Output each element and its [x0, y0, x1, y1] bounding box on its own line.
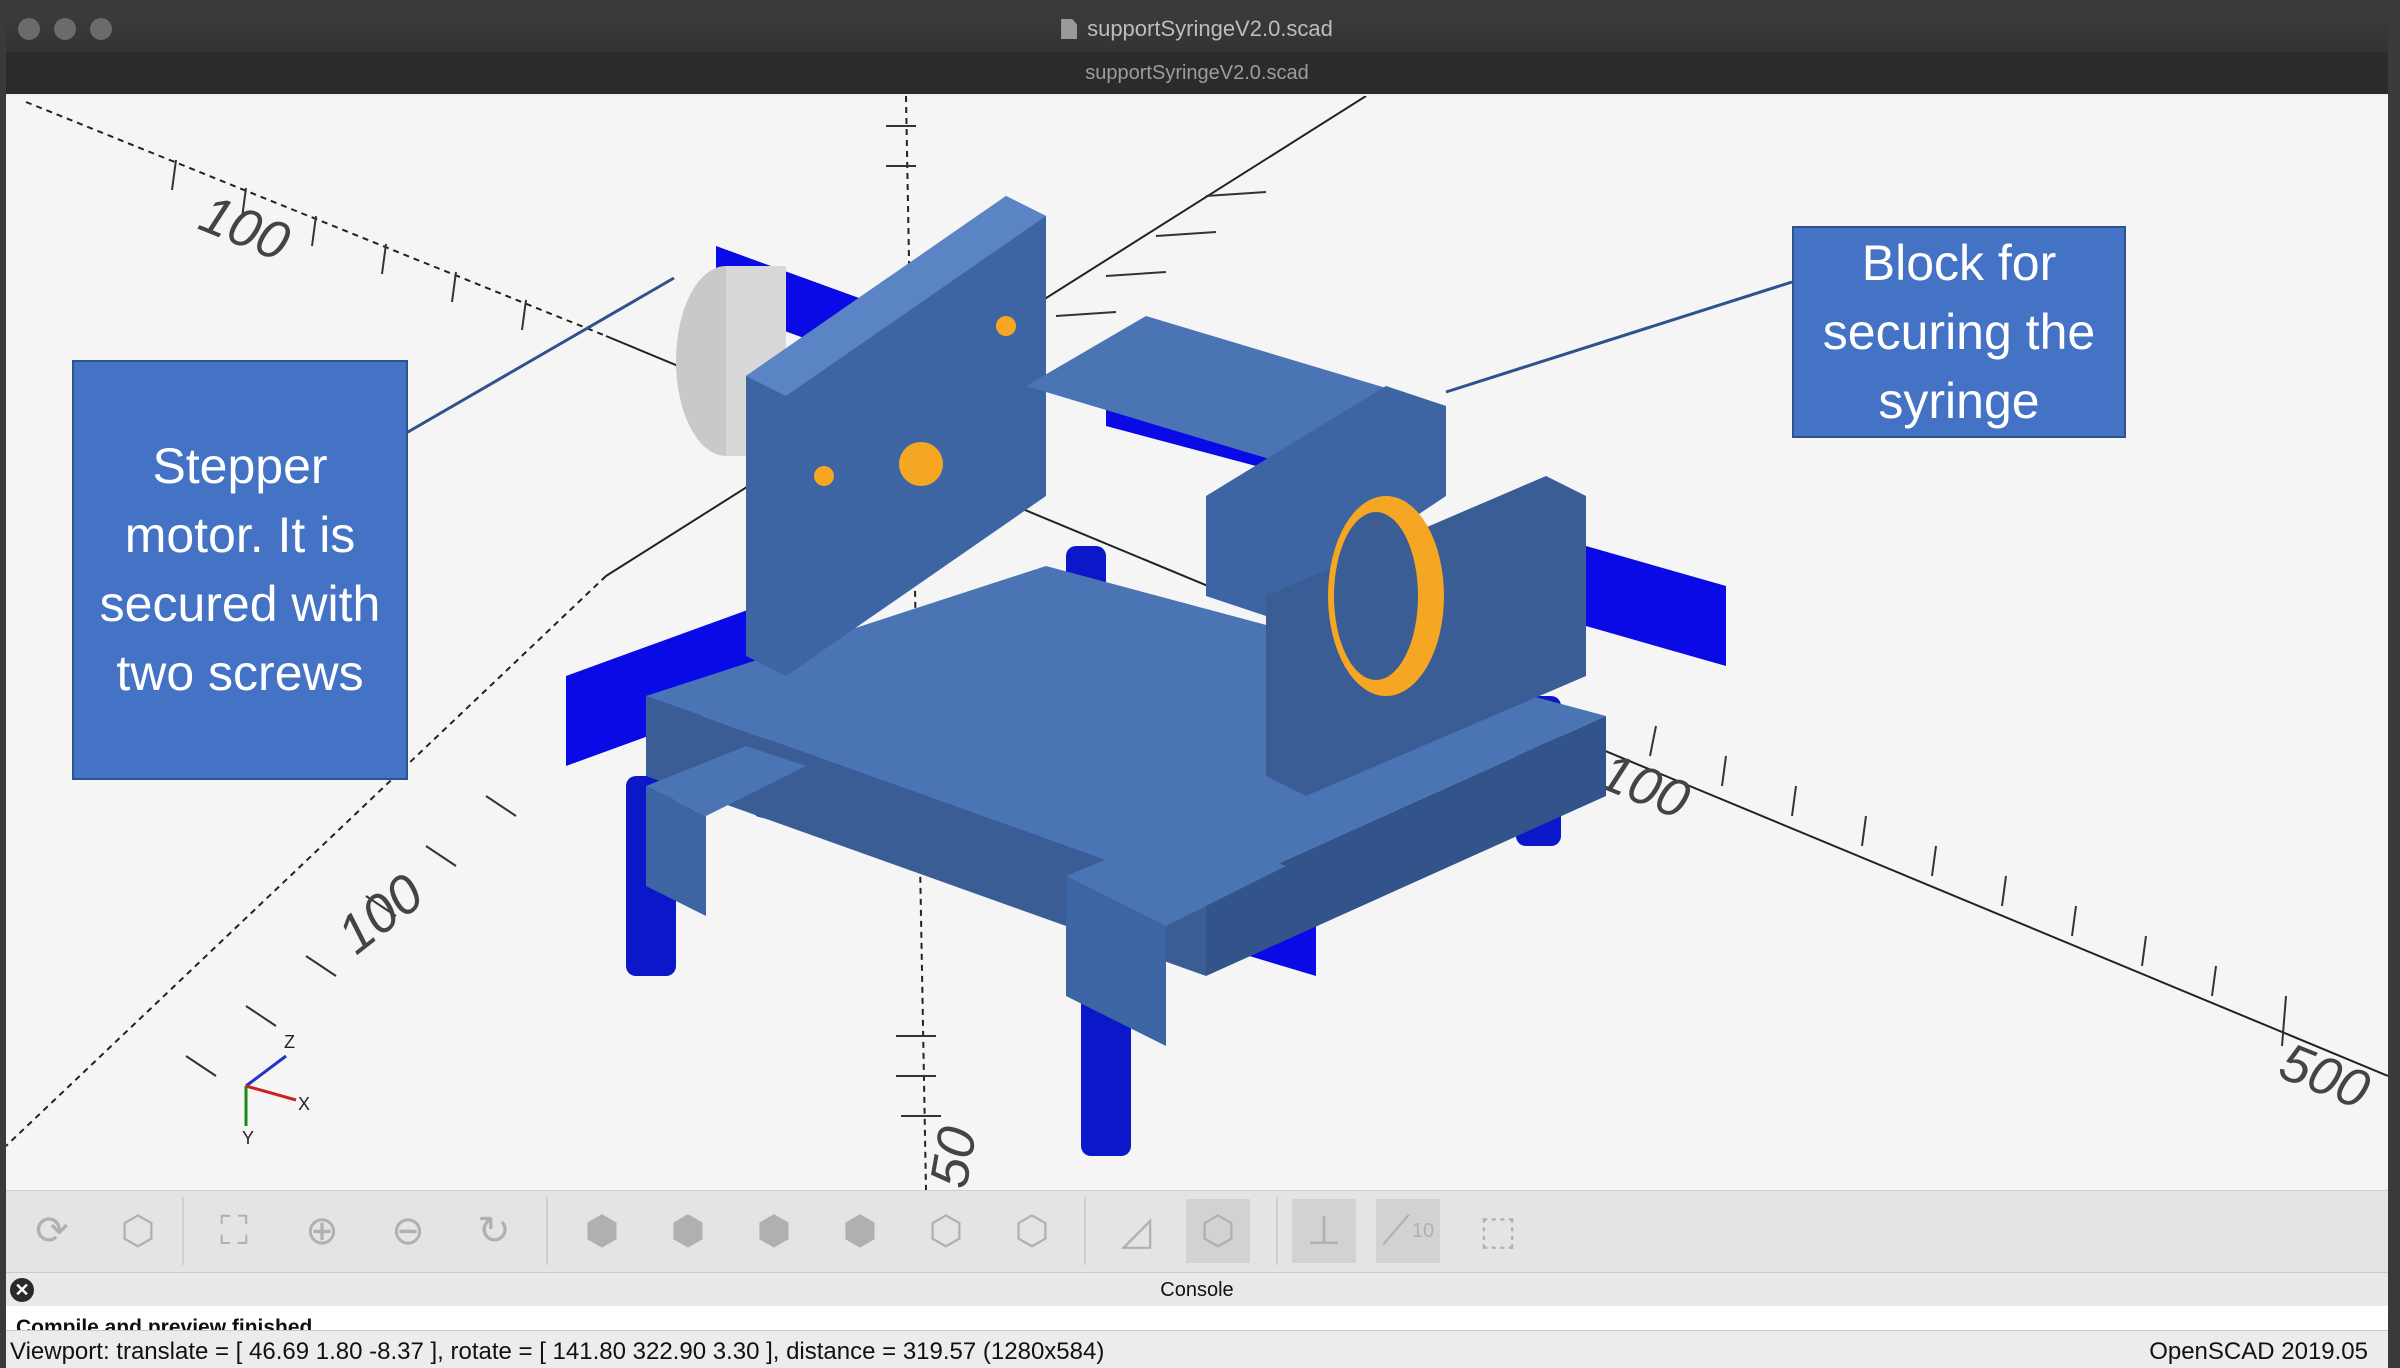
axis-gizmo: Z X Y [242, 1032, 310, 1148]
version-label: OpenSCAD 2019.05 [2149, 1338, 2368, 1365]
window-title: supportSyringeV2.0.scad [6, 16, 2388, 42]
view-left-button[interactable]: ⬢ [828, 1199, 892, 1263]
axis-label-x-far: 500 [2272, 1031, 2378, 1120]
toolbar-separator [182, 1197, 184, 1265]
scale-badge: 10 [1411, 1219, 1435, 1242]
toolbar-separator [1276, 1197, 1278, 1265]
view-bottom-button[interactable]: ⬢ [742, 1199, 806, 1263]
view-left-icon: ⬢ [842, 1209, 878, 1253]
shaft-hole [899, 442, 943, 486]
view-all-button[interactable]: ⛶ [202, 1199, 266, 1263]
axis-label-x-neg: 100 [192, 183, 298, 272]
zoom-in-button[interactable]: ⊕ [290, 1199, 354, 1263]
show-scale-button[interactable]: ⟋ 10 [1376, 1199, 1440, 1263]
perspective-icon: ◿ [1120, 1209, 1152, 1253]
reset-view-icon: ↻ [477, 1209, 511, 1253]
screw-hole-left [814, 466, 834, 486]
window-title-text: supportSyringeV2.0.scad [1087, 16, 1333, 41]
orthogonal-icon: ⬡ [1200, 1209, 1236, 1253]
gizmo-x-axis [245, 1084, 297, 1102]
gizmo-label-y: Y [242, 1128, 254, 1148]
zoom-in-icon: ⊕ [305, 1209, 339, 1253]
document-subtitle: supportSyringeV2.0.scad [6, 52, 2388, 94]
axis-label-y: 100 [326, 863, 434, 966]
screw-hole-right [996, 316, 1016, 336]
gizmo-y-axis [245, 1054, 287, 1088]
show-edges-icon: ⬚ [1479, 1209, 1517, 1253]
zoom-out-button[interactable]: ⊖ [376, 1199, 440, 1263]
view-right-button[interactable]: ⬢ [570, 1199, 634, 1263]
console-label: Console [1160, 1279, 1234, 1301]
app-window: supportSyringeV2.0.scad supportSyringeV2… [6, 6, 2388, 1368]
orthogonal-button[interactable]: ⬡ [1186, 1199, 1250, 1263]
syringe-support-model [566, 196, 1726, 1156]
block-leader-line [1445, 280, 1793, 394]
view-toolbar: ⟳ ⬡ ⛶ ⊕ ⊖ ↻ ⬢ ⬢ ⬢ ⬢ ⬡ ⬡ ◿ ⬡ ⊥ ⟋ 10 ⬚ [6, 1190, 2388, 1273]
3d-viewport[interactable]: 100 100 500 100 50 Z X Y Stepper motor. … [6, 96, 2388, 1190]
stepper-callout: Stepper motor. It is secured with two sc… [72, 360, 408, 780]
rail-right-end [1586, 546, 1726, 666]
view-front-icon: ⬡ [928, 1209, 964, 1253]
show-axes-icon: ⊥ [1306, 1209, 1342, 1253]
show-scale-icon: ⟋ [1381, 1208, 1410, 1253]
show-axes-button[interactable]: ⊥ [1292, 1199, 1356, 1263]
syringe-ring-inner [1334, 512, 1418, 680]
status-bar: Viewport: translate = [ 46.69 1.80 -8.37… [6, 1330, 2388, 1368]
console-header: ✕ Console [6, 1272, 2388, 1307]
view-bottom-icon: ⬢ [756, 1209, 792, 1253]
gizmo-label-x: X [298, 1094, 310, 1114]
console-output[interactable]: Compile and preview finished [6, 1306, 2388, 1330]
view-front-button[interactable]: ⬡ [914, 1199, 978, 1263]
block-callout: Block for securing the syringe [1792, 226, 2126, 438]
document-icon [1061, 19, 1078, 39]
title-bar: supportSyringeV2.0.scad [6, 6, 2388, 52]
zoom-out-icon: ⊖ [391, 1209, 425, 1253]
render-button[interactable]: ⬡ [106, 1199, 170, 1263]
view-right-icon: ⬢ [584, 1209, 620, 1253]
stepper-leader-line [400, 276, 675, 438]
view-back-button[interactable]: ⬡ [1000, 1199, 1064, 1263]
preview-button[interactable]: ⟳ [20, 1199, 84, 1263]
reset-view-button[interactable]: ↻ [462, 1199, 526, 1263]
render-icon: ⬡ [120, 1209, 156, 1253]
show-edges-button[interactable]: ⬚ [1466, 1199, 1530, 1263]
view-top-icon: ⬢ [670, 1209, 706, 1253]
view-all-icon: ⛶ [220, 1208, 248, 1253]
viewport-status: Viewport: translate = [ 46.69 1.80 -8.37… [10, 1338, 1105, 1365]
axis-label-z: 50 [919, 1122, 989, 1190]
perspective-button[interactable]: ◿ [1104, 1199, 1168, 1263]
toolbar-separator [1084, 1197, 1086, 1265]
axis-label-x-pos: 100 [1592, 741, 1698, 830]
toolbar-separator [546, 1197, 548, 1265]
console-line: Compile and preview finished [16, 1316, 313, 1330]
gizmo-label-z: Z [284, 1032, 295, 1052]
preview-icon: ⟳ [35, 1209, 69, 1253]
view-back-icon: ⬡ [1014, 1209, 1050, 1253]
view-top-button[interactable]: ⬢ [656, 1199, 720, 1263]
